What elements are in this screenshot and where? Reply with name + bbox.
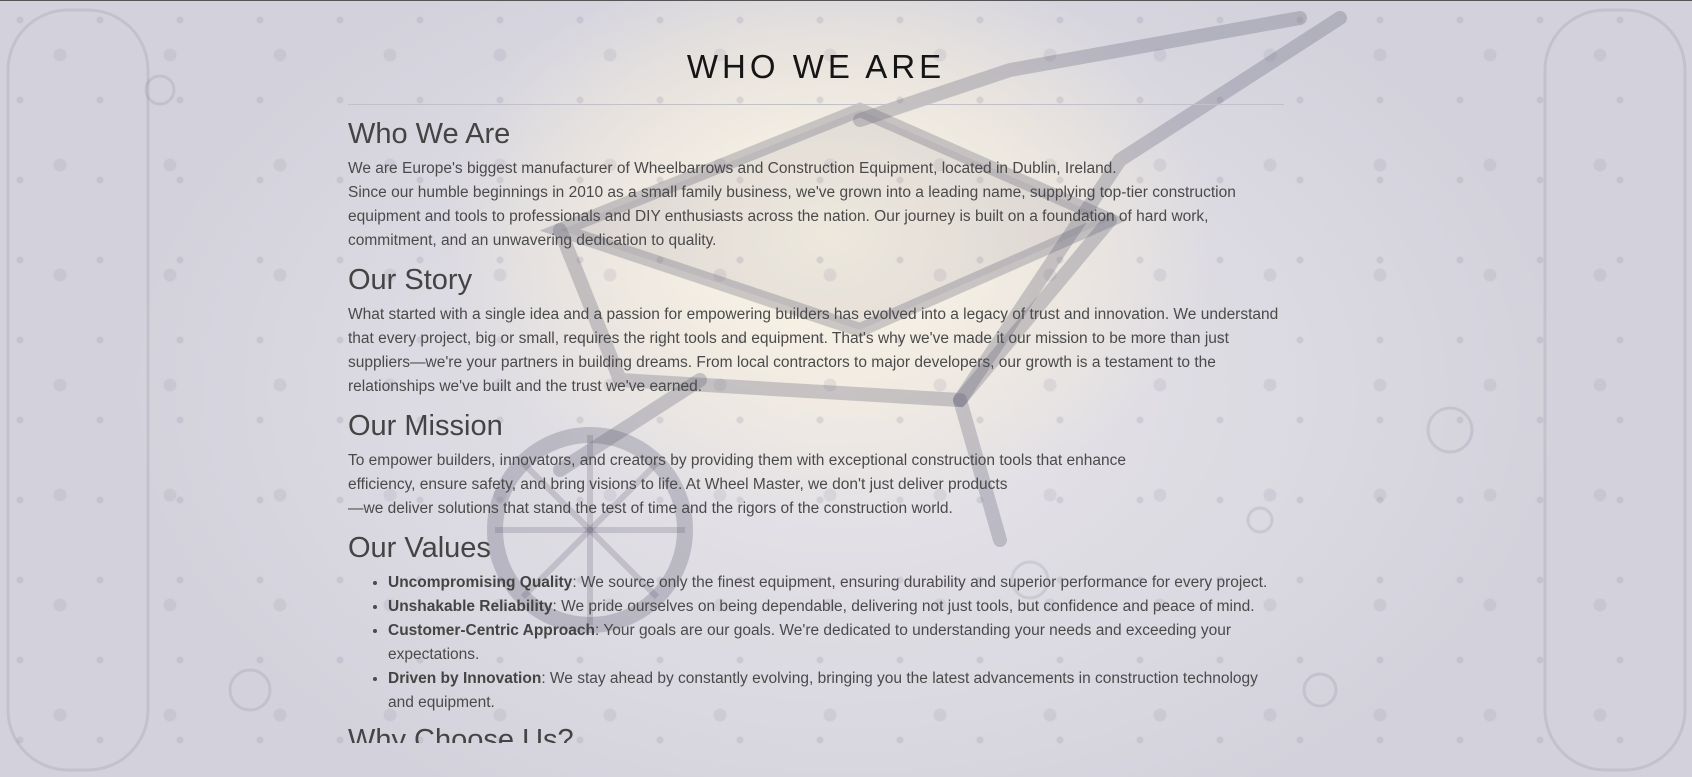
who-line-1: We are Europe's biggest manufacturer of … <box>348 160 1117 177</box>
our-story-text: What started with a single idea and a pa… <box>348 306 1279 395</box>
our-mission-text: To empower builders, innovators, and cre… <box>348 449 1284 521</box>
who-line-2: Since our humble beginnings in 2010 as a… <box>348 184 1236 249</box>
mission-line-2: efficiency, ensure safety, and bring vis… <box>348 476 1008 493</box>
page-title: WHO WE ARE <box>348 48 1284 105</box>
who-we-are-section: Who We Are We are Europe's biggest manuf… <box>348 117 1284 253</box>
list-item: Uncompromising Quality: We source only t… <box>388 571 1284 595</box>
value-text: : We pride ourselves on being dependable… <box>552 598 1255 615</box>
section-heading-why-choose-us: Why Choose Us? <box>348 724 574 743</box>
value-title: Customer-Centric Approach <box>388 622 595 639</box>
value-title: Driven by Innovation <box>388 670 542 687</box>
section-heading-our-mission: Our Mission <box>348 410 503 442</box>
mission-line-1: To empower builders, innovators, and cre… <box>348 452 1127 469</box>
who-we-are-text: We are Europe's biggest manufacturer of … <box>348 157 1284 253</box>
value-title: Uncompromising Quality <box>388 574 573 591</box>
list-item: Driven by Innovation: We stay ahead by c… <box>388 667 1284 715</box>
section-heading-our-values: Our Values <box>348 532 491 564</box>
section-heading-our-story: Our Story <box>348 264 473 296</box>
top-divider <box>0 0 1692 1</box>
values-list: Uncompromising Quality: We source only t… <box>348 571 1284 715</box>
value-text: : We source only the finest equipment, e… <box>572 574 1268 591</box>
list-item: Unshakable Reliability: We pride ourselv… <box>388 595 1284 619</box>
why-choose-us-clip: Why Choose Us? <box>348 723 1284 743</box>
mission-line-3: —we deliver solutions that stand the tes… <box>348 500 953 517</box>
section-heading-who-we-are: Who We Are <box>348 118 511 150</box>
our-mission-section: Our Mission To empower builders, innovat… <box>348 409 1284 521</box>
list-item: Customer-Centric Approach: Your goals ar… <box>388 619 1284 667</box>
our-story-section: Our Story What started with a single ide… <box>348 263 1284 399</box>
why-choose-us-section: Why Choose Us? <box>348 723 1284 743</box>
value-title: Unshakable Reliability <box>388 598 553 615</box>
our-values-section: Our Values Uncompromising Quality: We so… <box>348 531 1284 715</box>
about-content: WHO WE ARE Who We Are We are Europe's bi… <box>348 48 1284 743</box>
